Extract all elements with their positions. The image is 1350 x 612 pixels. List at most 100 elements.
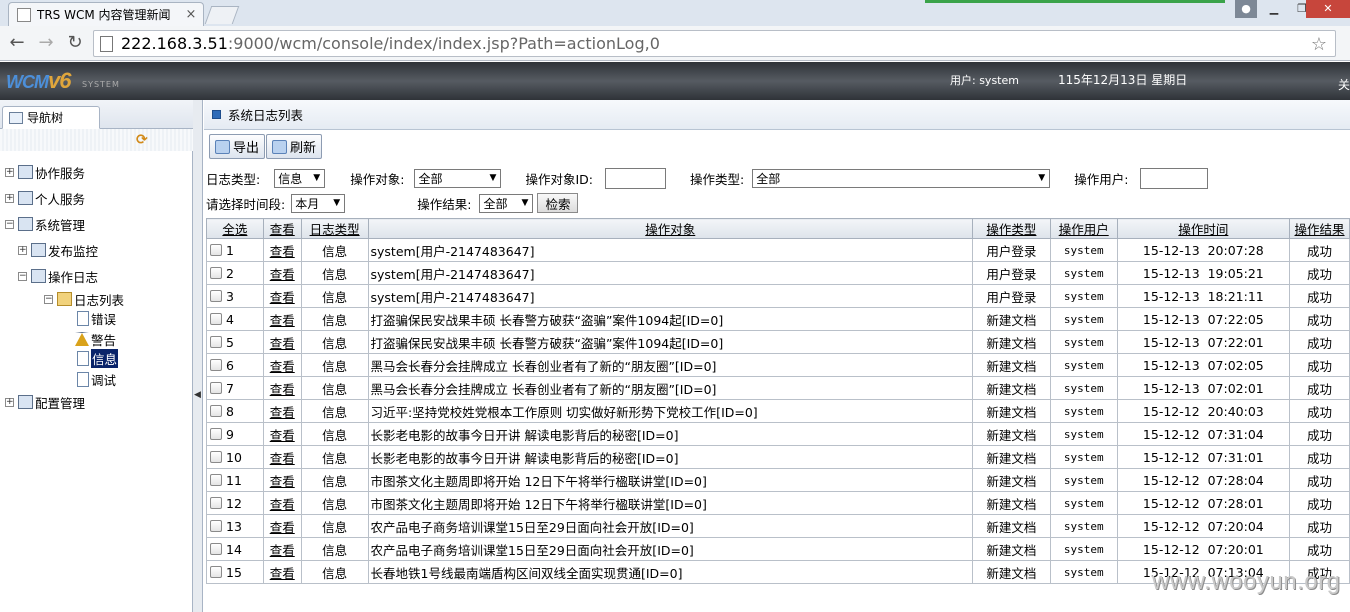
tree-item-config[interactable]: + 配置管理 xyxy=(5,393,85,411)
bookmark-star-icon[interactable]: ☆ xyxy=(1311,34,1327,55)
tree-item-sysmgmt[interactable]: − 系统管理 xyxy=(5,215,85,233)
table-row[interactable]: 5 查看 信息 打盗骗保民安战果丰硕 长春警方破获“盗骗”案件1094起[ID=0] 新… xyxy=(206,330,1350,354)
row-checkbox[interactable] xyxy=(210,473,222,486)
row-checkbox[interactable] xyxy=(210,312,222,325)
nav-tree-tab[interactable]: 导航树 xyxy=(2,106,100,129)
view-link[interactable]: 查看 xyxy=(270,359,295,374)
op-object-id-input[interactable] xyxy=(604,167,666,189)
view-link[interactable]: 查看 xyxy=(270,520,295,535)
tree-item-oplog[interactable]: − 操作日志 xyxy=(18,267,98,285)
row-checkbox[interactable] xyxy=(210,565,222,578)
col-op-result[interactable]: 操作结果 xyxy=(1289,218,1350,239)
log-type-select[interactable]: 信息 ▼ xyxy=(274,168,326,188)
view-link[interactable]: 查看 xyxy=(270,566,295,581)
tab-close-icon[interactable]: × xyxy=(183,7,199,22)
row-checkbox[interactable] xyxy=(210,404,222,417)
col-log-type[interactable]: 日志类型 xyxy=(300,218,369,239)
row-checkbox[interactable] xyxy=(210,381,222,394)
result-select[interactable]: 全部 ▼ xyxy=(479,193,534,213)
new-tab-button[interactable] xyxy=(204,6,240,24)
table-row[interactable]: 8 查看 信息 习近平:坚持党校姓党根本工作原则 切实做好新形势下党校工作[ID=0]… xyxy=(206,399,1350,423)
view-link[interactable]: 查看 xyxy=(270,451,295,466)
tree-item-collab[interactable]: + 协作服务 xyxy=(5,163,85,181)
person-icon[interactable]: ● xyxy=(1235,0,1257,18)
table-row[interactable]: 9 查看 信息 长影老电影的故事今日开讲 解读电影背后的秘密[ID=0] 新建文档 sys… xyxy=(206,422,1350,446)
row-select-cell: 4 xyxy=(206,307,264,331)
browser-tab[interactable]: TRS WCM 内容管理新闻 × xyxy=(8,2,204,26)
col-op-type[interactable]: 操作类型 xyxy=(972,218,1051,239)
expand-icon[interactable]: + xyxy=(5,193,14,203)
col-select-all[interactable]: 全选 xyxy=(206,218,264,239)
table-row[interactable]: 2 查看 信息 system[用户-2147483647] 用户登录 system 15-1… xyxy=(206,261,1350,285)
row-checkbox[interactable] xyxy=(210,427,222,440)
row-checkbox[interactable] xyxy=(210,519,222,532)
tree-item-publish-monitor[interactable]: + 发布监控 xyxy=(18,241,98,259)
result-label: 操作结果: xyxy=(417,196,472,212)
back-icon[interactable]: ← xyxy=(6,32,28,54)
view-link[interactable]: 查看 xyxy=(270,428,295,443)
close-window-button[interactable]: ✕ xyxy=(1306,0,1350,18)
row-checkbox[interactable] xyxy=(210,335,222,348)
view-link[interactable]: 查看 xyxy=(270,244,295,259)
tree-item-info[interactable]: 信息 xyxy=(77,348,119,368)
refresh-button[interactable]: 刷新 xyxy=(266,134,323,159)
row-checkbox[interactable] xyxy=(210,450,222,463)
view-link[interactable]: 查看 xyxy=(270,497,295,512)
header-close-link[interactable]: 关 xyxy=(1338,76,1350,93)
refresh-icon xyxy=(272,139,287,154)
view-link[interactable]: 查看 xyxy=(270,405,295,420)
row-checkbox[interactable] xyxy=(210,358,222,371)
tree-item-personal[interactable]: + 个人服务 xyxy=(5,189,85,207)
tree-item-loglist[interactable]: − 日志列表 xyxy=(44,290,124,308)
panel-splitter[interactable]: ◀ xyxy=(193,100,203,612)
table-row[interactable]: 1 查看 信息 system[用户-2147483647] 用户登录 system 15-1… xyxy=(206,238,1350,262)
collapse-icon[interactable]: − xyxy=(5,219,14,229)
table-row[interactable]: 14 查看 信息 农产品电子商务培训课堂15日至29日面向社会开放[ID=0] 新建文档… xyxy=(206,537,1350,561)
collapse-icon[interactable]: − xyxy=(44,294,53,304)
tree-item-debug[interactable]: 调试 xyxy=(77,370,116,388)
table-row[interactable]: 7 查看 信息 黑马会长春分会挂牌成立 长春创业者有了新的“朋友圈”[ID=0] 新建文… xyxy=(206,376,1350,400)
reload-icon[interactable]: ↻ xyxy=(64,32,86,54)
col-op-user[interactable]: 操作用户 xyxy=(1049,218,1118,239)
row-checkbox[interactable] xyxy=(210,243,222,256)
table-row[interactable]: 4 查看 信息 打盗骗保民安战果丰硕 长春警方破获“盗骗”案件1094起[ID=0] 新… xyxy=(206,307,1350,331)
table-row[interactable]: 13 查看 信息 农产品电子商务培训课堂15日至29日面向社会开放[ID=0] 新建文档… xyxy=(206,514,1350,538)
collapse-panel-icon[interactable]: ◀ xyxy=(194,390,201,400)
row-checkbox[interactable] xyxy=(210,266,222,279)
row-checkbox[interactable] xyxy=(210,542,222,555)
export-button[interactable]: 导出 xyxy=(209,134,266,159)
view-link[interactable]: 查看 xyxy=(270,336,295,351)
op-type-cell: 用户登录 xyxy=(972,238,1051,262)
collapse-icon[interactable]: − xyxy=(18,271,27,281)
op-object-select[interactable]: 全部 ▼ xyxy=(414,168,502,188)
period-select[interactable]: 本月 ▼ xyxy=(291,193,346,213)
row-checkbox[interactable] xyxy=(210,496,222,509)
col-view[interactable]: 查看 xyxy=(262,218,302,239)
table-row[interactable]: 6 查看 信息 黑马会长春分会挂牌成立 长春创业者有了新的“朋友圈”[ID=0] 新建文… xyxy=(206,353,1350,377)
tree-refresh-icon[interactable]: ⟳ xyxy=(136,132,152,148)
expand-icon[interactable]: + xyxy=(18,245,27,255)
view-link[interactable]: 查看 xyxy=(270,543,295,558)
view-link[interactable]: 查看 xyxy=(270,382,295,397)
tree-item-warning[interactable]: 警告 xyxy=(75,330,116,348)
expand-icon[interactable]: + xyxy=(5,167,14,177)
op-user-input[interactable] xyxy=(1140,167,1209,189)
row-checkbox[interactable] xyxy=(210,289,222,302)
minimize-button[interactable]: ▁ xyxy=(1261,0,1287,18)
table-row[interactable]: 3 查看 信息 system[用户-2147483647] 用户登录 system 15-1… xyxy=(206,284,1350,308)
tree-item-error[interactable]: 错误 xyxy=(77,309,116,327)
view-link[interactable]: 查看 xyxy=(270,474,295,489)
col-op-time[interactable]: 操作时间 xyxy=(1116,218,1291,239)
table-row[interactable]: 10 查看 信息 长影老电影的故事今日开讲 解读电影背后的秘密[ID=0] 新建文档 sy… xyxy=(206,445,1350,469)
search-button[interactable]: 检索 xyxy=(537,193,579,213)
view-link[interactable]: 查看 xyxy=(270,267,295,282)
table-row[interactable]: 11 查看 信息 市图茶文化主题周即将开始 12日下午将举行楹联讲堂[ID=0] 新建文… xyxy=(206,468,1350,492)
op-type-select[interactable]: 全部 ▼ xyxy=(752,168,1051,188)
url-field[interactable]: 222.168.3.51:9000/wcm/console/index/inde… xyxy=(93,30,1336,57)
table-row[interactable]: 12 查看 信息 市图茶文化主题周即将开始 12日下午将举行楹联讲堂[ID=0] 新建文… xyxy=(206,491,1350,515)
view-link[interactable]: 查看 xyxy=(270,290,295,305)
forward-icon[interactable]: → xyxy=(35,32,57,54)
col-op-object[interactable]: 操作对象 xyxy=(367,218,974,239)
view-link[interactable]: 查看 xyxy=(270,313,295,328)
expand-icon[interactable]: + xyxy=(5,397,14,407)
